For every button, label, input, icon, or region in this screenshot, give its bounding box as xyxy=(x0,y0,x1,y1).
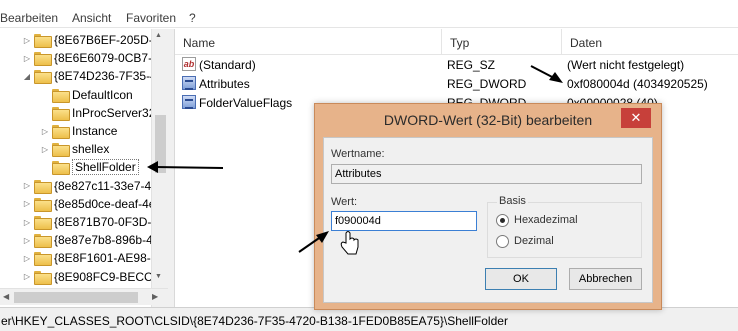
tree-item[interactable]: ShellFolder xyxy=(40,158,139,176)
column-data[interactable]: Daten xyxy=(562,29,738,55)
folder-icon xyxy=(52,161,70,176)
basis-group xyxy=(487,202,642,258)
value-data-input[interactable]: f090004d xyxy=(331,211,477,231)
scroll-down-icon[interactable]: ▼ xyxy=(155,273,162,280)
tree-item[interactable]: ▷ {8E67B6EF-205D-4 xyxy=(22,31,159,49)
folder-icon xyxy=(34,234,52,249)
value-data: (Wert nicht festgelegt) xyxy=(567,58,685,72)
dword-value-icon xyxy=(182,95,196,109)
tree-item-label: InProcServer32 xyxy=(72,105,156,120)
tree-item-label: {8E74D236-7F35-4 xyxy=(54,69,157,84)
expand-icon[interactable]: ▷ xyxy=(40,145,50,154)
registry-tree[interactable]: ▷ {8E67B6EF-205D-4 ▷ {8E6E6079-0CB7-1 ◢ {8E74… xyxy=(0,29,168,307)
value-name: Attributes xyxy=(199,77,250,91)
tree-item-label: Instance xyxy=(72,124,118,138)
value-row[interactable]: ab (Standard) REG_SZ (Wert nicht festgel… xyxy=(175,56,738,74)
column-type[interactable]: Typ xyxy=(442,29,562,55)
basis-label: Basis xyxy=(497,195,528,207)
expand-icon[interactable]: ▷ xyxy=(40,127,50,136)
tree-horizontal-scrollbar[interactable]: ◀ ▶ xyxy=(0,288,168,305)
dword-edit-dialog: DWORD-Wert (32-Bit) bearbeiten ✕ Wertnam… xyxy=(314,103,662,310)
hscroll-thumb[interactable] xyxy=(14,292,138,303)
tree-item-label: {8E6E6079-0CB7-1 xyxy=(54,51,159,66)
dialog-title[interactable]: DWORD-Wert (32-Bit) bearbeiten xyxy=(315,104,661,137)
tree-item-label: {8e827c11-33e7-4f xyxy=(54,178,155,193)
tree-item[interactable]: ▷ {8e85d0ce-deaf-4e xyxy=(22,195,155,213)
scroll-thumb[interactable] xyxy=(155,115,166,173)
tree-item-label: {8E908FC9-BECC-4 xyxy=(54,269,164,284)
tree-item-label: {8e85d0ce-deaf-4e xyxy=(54,196,156,211)
tree-item[interactable]: InProcServer32 xyxy=(40,104,155,122)
tree-item[interactable]: ◢ {8E74D236-7F35-4 xyxy=(22,67,157,85)
expand-icon[interactable]: ▷ xyxy=(22,36,32,45)
value-name: (Standard) xyxy=(199,58,256,72)
dword-value-icon xyxy=(182,76,196,90)
folder-icon xyxy=(52,88,70,103)
dialog-body: Wertname: Attributes Wert: f090004d Basi… xyxy=(323,137,653,303)
folder-icon xyxy=(34,270,52,285)
folder-icon xyxy=(34,252,52,267)
expand-icon[interactable]: ▷ xyxy=(22,199,32,208)
close-icon[interactable]: ✕ xyxy=(621,108,651,128)
tree-item-label: {8E871B70-0F3D-4 xyxy=(54,215,159,229)
scroll-left-icon[interactable]: ◀ xyxy=(3,292,9,301)
expand-icon[interactable]: ▷ xyxy=(22,181,32,190)
folder-icon xyxy=(52,125,70,139)
menu-help[interactable]: ? xyxy=(189,11,196,25)
tree-item[interactable]: ▷ {8E908FC9-BECC-4 xyxy=(22,268,163,286)
scroll-up-icon[interactable]: ▲ xyxy=(155,32,162,39)
folder-icon xyxy=(34,52,52,67)
radio-decimal[interactable] xyxy=(496,235,509,248)
value-type: REG_SZ xyxy=(447,58,496,72)
column-name[interactable]: Name xyxy=(175,29,442,55)
value-data-label: Wert: xyxy=(331,196,358,208)
tree-item[interactable]: ▷ {8e827c11-33e7-4f xyxy=(22,177,155,195)
menu-bearbeiten[interactable]: Bearbeiten xyxy=(0,11,58,25)
cancel-button[interactable]: Abbrechen xyxy=(569,268,642,290)
folder-icon xyxy=(34,216,52,230)
tree-item[interactable]: ▷ shellex xyxy=(40,140,109,158)
expand-icon[interactable]: ▷ xyxy=(22,254,32,263)
tree-item[interactable]: ▷ {8E871B70-0F3D-4 xyxy=(22,213,158,231)
expand-icon[interactable]: ▷ xyxy=(22,236,32,245)
value-name: FolderValueFlags xyxy=(199,96,293,110)
tree-item-label: {8E8F1601-AE98-3 xyxy=(54,251,158,266)
tree-vertical-scrollbar[interactable]: ▲ ▼ xyxy=(151,29,168,307)
tree-item-label: shellex xyxy=(72,142,110,157)
tree-item[interactable]: DefaultIcon xyxy=(40,86,133,104)
folder-icon xyxy=(52,106,70,121)
scroll-right-icon[interactable]: ▶ xyxy=(152,292,158,301)
collapse-icon[interactable]: ◢ xyxy=(22,72,32,81)
radio-hexadecimal[interactable] xyxy=(496,214,509,227)
tree-item-label: {8E67B6EF-205D-4 xyxy=(54,33,160,47)
folder-icon xyxy=(34,70,52,85)
radio-decimal-label[interactable]: Dezimal xyxy=(514,235,554,247)
menu-bar: Bearbeiten Ansicht Favoriten ? xyxy=(0,0,738,28)
tree-item[interactable]: ▷ {8E6E6079-0CB7-1 xyxy=(22,49,159,67)
tree-item[interactable]: ▷ Instance xyxy=(40,122,117,140)
menu-ansicht[interactable]: Ansicht xyxy=(72,11,111,25)
tree-item-label: DefaultIcon xyxy=(72,87,133,102)
tree-item-label: ShellFolder xyxy=(72,159,139,176)
value-type: REG_DWORD xyxy=(447,77,527,91)
folder-icon xyxy=(34,34,52,48)
string-value-icon: ab xyxy=(182,57,196,71)
value-name-field: Attributes xyxy=(331,164,642,184)
ok-button[interactable]: OK xyxy=(485,268,557,290)
tree-item[interactable]: ▷ {8E8F1601-AE98-3 xyxy=(22,249,157,267)
value-data: 0xf080004d (4034920525) xyxy=(567,77,708,91)
expand-icon[interactable]: ▷ xyxy=(22,272,32,281)
tree-item-label: {8e87e7b8-896b-4 xyxy=(54,233,153,248)
expand-icon[interactable]: ▷ xyxy=(22,218,32,227)
tree-item[interactable]: ▷ {8e87e7b8-896b-4 xyxy=(22,231,153,249)
radio-hexadecimal-label[interactable]: Hexadezimal xyxy=(514,214,578,226)
value-row[interactable]: Attributes REG_DWORD 0xf080004d (4034920… xyxy=(175,75,738,93)
value-name-label: Wertname: xyxy=(331,148,385,160)
status-bar: er\HKEY_CLASSES_ROOT\CLSID\{8E74D236-7F3… xyxy=(0,307,738,331)
folder-icon xyxy=(34,179,52,194)
menu-favoriten[interactable]: Favoriten xyxy=(126,11,176,25)
folder-icon xyxy=(34,197,52,212)
expand-icon[interactable]: ▷ xyxy=(22,54,32,63)
folder-icon xyxy=(52,143,70,158)
